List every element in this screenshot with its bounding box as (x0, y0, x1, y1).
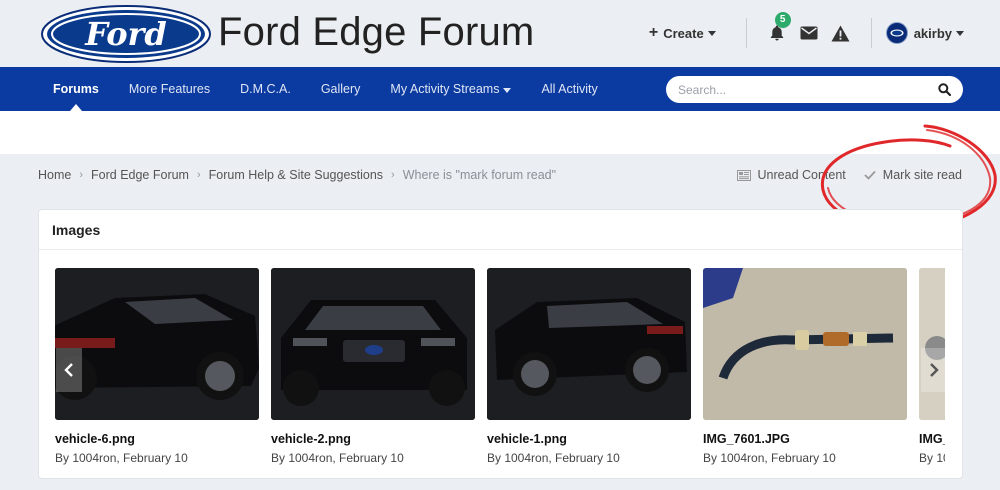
mark-site-read-link[interactable]: Mark site read (864, 168, 962, 182)
chevron-right-icon (930, 363, 939, 377)
header-spacer (0, 111, 1000, 154)
widget-title: Images (39, 210, 962, 250)
unread-content-label: Unread Content (757, 168, 846, 182)
nav-item-gallery[interactable]: Gallery (306, 67, 376, 111)
images-carousel: vehicle-6.png By 1004ron, February 10 ve… (55, 268, 945, 468)
user-bar: + Create 5 akirby (649, 12, 964, 49)
chevron-down-icon (503, 88, 512, 93)
image-title[interactable]: vehicle-2.png (271, 432, 475, 446)
chevron-down-icon (956, 30, 964, 36)
reports-button[interactable] (829, 21, 853, 45)
search-input[interactable] (678, 76, 928, 103)
nav-item-forums[interactable]: Forums (38, 67, 114, 111)
image-card[interactable]: vehicle-1.png By 1004ron, February 10 (487, 268, 691, 465)
ford-logo[interactable]: Ford (40, 4, 212, 64)
breadcrumb-ford-edge-forum[interactable]: Ford Edge Forum (91, 168, 189, 182)
mark-site-read-label: Mark site read (882, 168, 962, 182)
image-card[interactable]: vehicle-2.png By 1004ron, February 10 (271, 268, 475, 465)
carousel-prev-button[interactable] (56, 348, 82, 392)
nav-item-label: My Activity Streams (390, 82, 500, 96)
breadcrumb-home[interactable]: Home (38, 168, 71, 182)
chevron-down-icon (707, 30, 716, 36)
image-title[interactable]: vehicle-6.png (55, 432, 259, 446)
divider (870, 18, 872, 48)
breadcrumb: Home › Ford Edge Forum › Forum Help & Si… (38, 168, 556, 182)
image-meta: By 1004ron, February 10 (703, 451, 836, 465)
chevron-right-icon: › (196, 169, 201, 181)
breadcrumb-current-topic[interactable]: Where is "mark forum read" (403, 168, 556, 182)
user-menu[interactable]: akirby (885, 22, 964, 44)
image-title[interactable]: IMG_7601.JPG (703, 432, 907, 446)
create-label: Create (663, 25, 704, 41)
main-nav: Forums More Features D.M.C.A. Gallery My… (0, 67, 1000, 111)
chevron-right-icon: › (79, 169, 84, 181)
image-thumbnail[interactable] (55, 268, 259, 420)
messages-button[interactable] (797, 21, 821, 45)
divider (745, 18, 747, 48)
chevron-right-icon: › (391, 169, 395, 181)
plus-icon: + (648, 24, 659, 41)
search-box (666, 76, 963, 103)
image-meta: By 1004ron, February 10 (919, 451, 945, 465)
image-thumbnail[interactable] (919, 268, 945, 420)
image-title[interactable]: IMG_ (919, 432, 945, 446)
nav-item-dmca[interactable]: D.M.C.A. (225, 67, 306, 111)
check-icon (864, 170, 876, 180)
image-thumbnail[interactable] (271, 268, 475, 420)
nav-item-activity-streams[interactable]: My Activity Streams (375, 67, 526, 111)
image-card[interactable]: vehicle-6.png By 1004ron, February 10 (55, 268, 259, 465)
svg-text:Ford: Ford (84, 15, 167, 53)
unread-content-link[interactable]: Unread Content (736, 168, 846, 182)
image-thumbnail[interactable] (487, 268, 691, 420)
site-header: Ford Ford Edge Forum + Create 5 akirby (0, 0, 1000, 67)
image-meta: By 1004ron, February 10 (271, 451, 404, 465)
avatar (885, 22, 908, 44)
warning-icon (831, 25, 850, 41)
image-card[interactable]: IMG_7601.JPG By 1004ron, February 10 (703, 268, 907, 465)
image-title[interactable]: vehicle-1.png (487, 432, 691, 446)
nav-item-all-activity[interactable]: All Activity (526, 67, 612, 111)
notifications-button[interactable]: 5 (765, 12, 791, 45)
image-meta: By 1004ron, February 10 (487, 451, 620, 465)
image-meta: By 1004ron, February 10 (55, 451, 188, 465)
notification-count-badge: 5 (774, 12, 791, 28)
image-thumbnail[interactable] (703, 268, 907, 420)
site-title[interactable]: Ford Edge Forum (218, 10, 534, 55)
carousel-next-button[interactable] (921, 348, 947, 392)
username: akirby (913, 25, 952, 41)
breadcrumb-forum-help[interactable]: Forum Help & Site Suggestions (209, 168, 383, 182)
envelope-icon (800, 26, 818, 40)
page-actions: Unread Content Mark site read (719, 168, 962, 182)
chevron-left-icon (64, 363, 73, 377)
search-icon[interactable] (938, 83, 951, 96)
create-button[interactable]: + Create (649, 24, 716, 42)
images-widget: Images vehicle-6.png By 1004ron, Februar… (38, 209, 963, 479)
newspaper-icon (736, 169, 751, 181)
nav-item-more-features[interactable]: More Features (114, 67, 225, 111)
